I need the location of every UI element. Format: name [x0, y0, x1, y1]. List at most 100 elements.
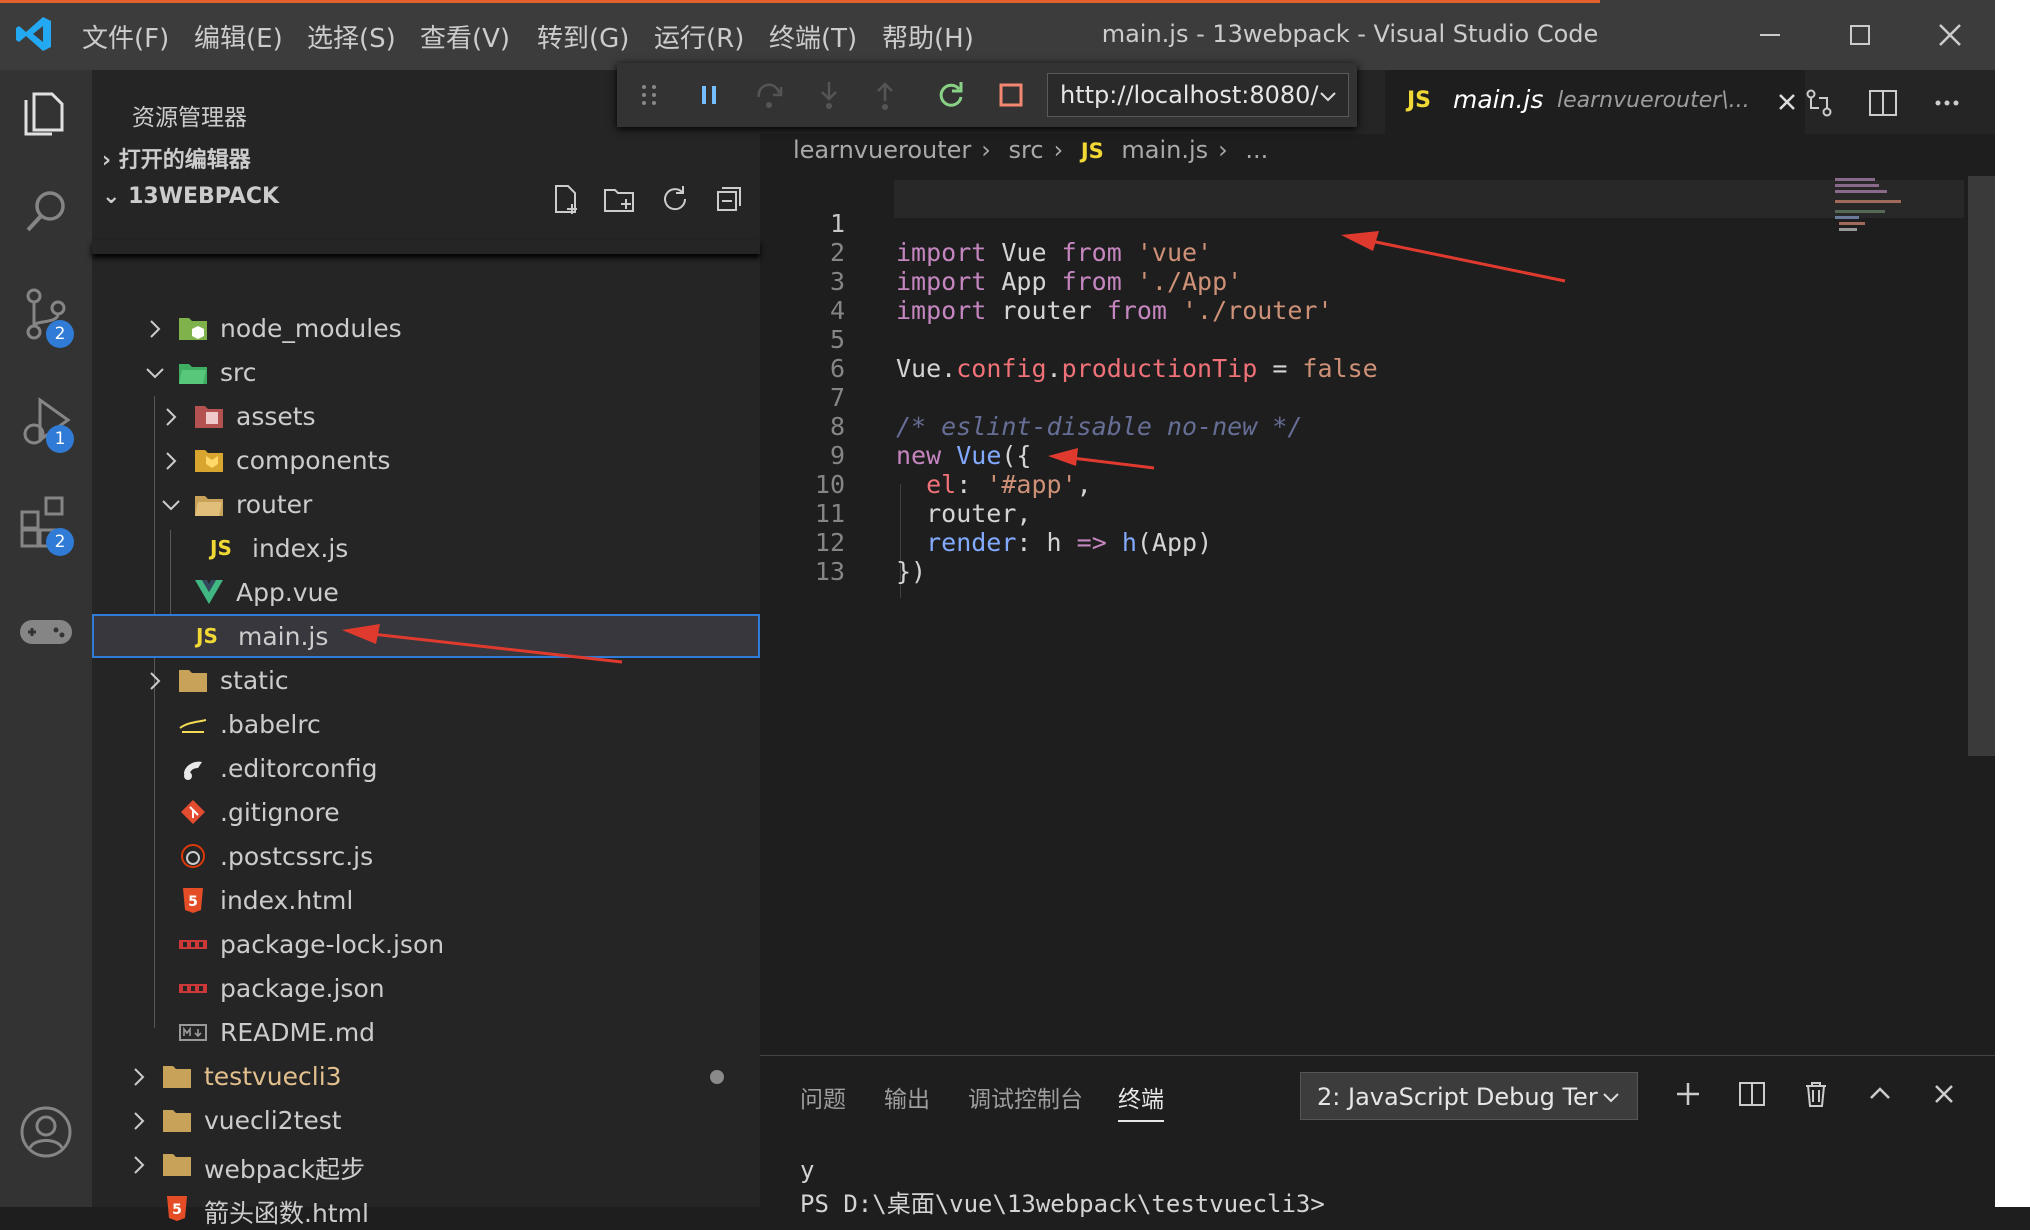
- menu-terminal[interactable]: 终端(T): [769, 18, 857, 55]
- breadcrumb-folder[interactable]: learnvuerouter: [793, 136, 971, 164]
- drag-handle-icon[interactable]: [631, 77, 667, 113]
- vue-icon: [195, 580, 223, 604]
- minimize-icon[interactable]: [1740, 10, 1800, 60]
- menu-file[interactable]: 文件(F): [82, 18, 169, 55]
- tree-item-assets[interactable]: assets: [92, 394, 760, 438]
- menu-view[interactable]: 查看(V): [420, 18, 510, 55]
- new-folder-icon[interactable]: [602, 182, 636, 216]
- close-panel-icon[interactable]: [1928, 1078, 1960, 1110]
- tree-item-node-modules[interactable]: node_modules: [92, 306, 760, 350]
- tree-item-webpack-start[interactable]: webpack起步: [92, 1142, 760, 1186]
- menu-run[interactable]: 运行(R): [654, 18, 744, 55]
- annotation-arrow-import: [1341, 231, 1566, 283]
- step-out-icon[interactable]: [867, 77, 903, 113]
- trash-icon[interactable]: [1800, 1078, 1832, 1110]
- breadcrumb-separator: ›: [1218, 136, 1228, 164]
- restart-icon[interactable]: [933, 77, 969, 113]
- tree-item-label: index.html: [220, 886, 354, 915]
- tree-item-package-json[interactable]: package.json: [92, 966, 760, 1010]
- tab-output[interactable]: 输出: [884, 1080, 930, 1114]
- run-debug-badge: 1: [46, 425, 74, 453]
- step-into-icon[interactable]: [811, 77, 847, 113]
- open-editors-section[interactable]: › 打开的编辑器: [102, 142, 251, 174]
- step-over-icon[interactable]: [751, 77, 787, 113]
- new-terminal-icon[interactable]: [1672, 1078, 1704, 1110]
- vscode-logo-icon: [16, 17, 51, 51]
- close-tab-icon[interactable]: [1775, 90, 1799, 114]
- tree-item-dist[interactable]: dist: [92, 256, 760, 286]
- tree-item-label: .gitignore: [220, 798, 340, 827]
- collapse-all-icon[interactable]: [712, 182, 746, 216]
- folder-icon: [163, 1110, 191, 1132]
- tree-item-router[interactable]: router: [92, 482, 760, 526]
- js-icon: JS: [210, 536, 232, 560]
- tree-item-label: dist: [220, 256, 266, 259]
- maximize-icon[interactable]: [1830, 10, 1890, 60]
- tree-item-postcssrc[interactable]: .postcssrc.js: [92, 834, 760, 878]
- open-editors-label: 打开的编辑器: [118, 148, 251, 173]
- menu-help[interactable]: 帮助(H): [882, 18, 974, 55]
- menu-selection[interactable]: 选择(S): [307, 18, 396, 55]
- close-window-icon[interactable]: [1920, 10, 1980, 60]
- js-icon: JS: [1080, 139, 1104, 163]
- tree-item-label: components: [236, 446, 391, 475]
- breadcrumb-separator: ›: [981, 136, 991, 164]
- menu-go[interactable]: 转到(G): [537, 18, 629, 55]
- tree-item-label: App.vue: [236, 578, 339, 607]
- workspace-label: 13WEBPACK: [128, 184, 280, 209]
- debug-url-select[interactable]: http://localhost:8080/: [1047, 73, 1349, 117]
- tab-debug-console[interactable]: 调试控制台: [968, 1080, 1083, 1114]
- tree-item-src[interactable]: src: [92, 350, 760, 394]
- breadcrumb-src[interactable]: src: [1009, 136, 1044, 164]
- maximize-panel-icon[interactable]: [1864, 1078, 1896, 1110]
- editor-scrollbar[interactable]: [1968, 176, 1995, 756]
- tree-item-index-js[interactable]: JS index.js: [92, 526, 760, 570]
- tree-item-label: vuecli2test: [204, 1106, 342, 1135]
- search-icon[interactable]: [14, 180, 78, 244]
- tree-item-label: .babelrc: [220, 710, 321, 739]
- tree-item-app-vue[interactable]: App.vue: [92, 570, 760, 614]
- stop-icon[interactable]: [993, 77, 1029, 113]
- menu-edit[interactable]: 编辑(E): [194, 18, 283, 55]
- tree-item-index-html[interactable]: 5 index.html: [92, 878, 760, 922]
- tab-terminal[interactable]: 终端: [1118, 1080, 1164, 1122]
- breadcrumb-symbol[interactable]: ...: [1245, 136, 1268, 164]
- tree-item-readme[interactable]: README.md: [92, 1010, 760, 1054]
- markdown-icon: [179, 1024, 207, 1041]
- tree-item-label: 箭头函数.html: [204, 1199, 369, 1228]
- tree-item-package-lock[interactable]: package-lock.json: [92, 922, 760, 966]
- minimap[interactable]: [1835, 176, 1955, 236]
- split-terminal-icon[interactable]: [1736, 1078, 1768, 1110]
- chevron-right-icon: [166, 408, 177, 426]
- chevron-right-icon: [134, 1068, 145, 1086]
- breadcrumb-file[interactable]: main.js: [1121, 136, 1208, 164]
- refresh-icon[interactable]: [658, 182, 692, 216]
- tree-item-babelrc[interactable]: .babelrc: [92, 702, 760, 746]
- tree-item-arrow-function-html[interactable]: 5 箭头函数.html: [92, 1186, 760, 1230]
- tree-item-gitignore[interactable]: .gitignore: [92, 790, 760, 834]
- tab-main-js[interactable]: JS main.js learnvuerouter\...: [1385, 70, 1805, 134]
- more-actions-icon[interactable]: [1930, 86, 1964, 120]
- folder-icon: [179, 670, 207, 692]
- tab-problems[interactable]: 问题: [800, 1080, 846, 1114]
- activity-bar: 2 1 2: [0, 70, 92, 1207]
- modified-dot: [710, 1070, 724, 1084]
- account-icon[interactable]: [14, 1100, 78, 1164]
- tree-item-editorconfig[interactable]: .editorconfig: [92, 746, 760, 790]
- tree-item-components[interactable]: components: [92, 438, 760, 482]
- tree-item-label: .editorconfig: [220, 754, 378, 783]
- pause-icon[interactable]: [691, 77, 727, 113]
- tree-item-vuecli2test[interactable]: vuecli2test: [92, 1098, 760, 1142]
- split-editor-icon[interactable]: [1866, 86, 1900, 120]
- terminal-select[interactable]: 2: JavaScript Debug Ter: [1300, 1072, 1638, 1120]
- explorer-icon[interactable]: [14, 80, 78, 144]
- debug-toolbar: http://localhost:8080/: [617, 63, 1357, 127]
- chevron-down-icon: [1320, 92, 1336, 102]
- new-file-icon[interactable]: [548, 182, 582, 216]
- gamepad-icon[interactable]: [14, 600, 78, 664]
- terminal-select-value: 2: JavaScript Debug Ter: [1317, 1083, 1598, 1111]
- code-editor[interactable]: 1 import Vue from 'vue' 2 import App fro…: [760, 180, 1965, 1060]
- tree-item-testvuecli3[interactable]: testvuecli3: [92, 1054, 760, 1098]
- compare-changes-icon[interactable]: [1802, 86, 1836, 120]
- workspace-section[interactable]: ⌄ 13WEBPACK: [102, 184, 279, 209]
